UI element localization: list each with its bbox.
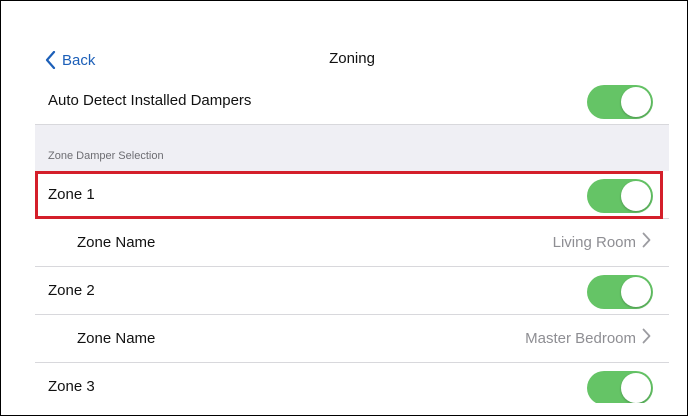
zone-3-label: Zone 3	[48, 378, 95, 395]
zone-2-toggle[interactable]	[587, 275, 653, 309]
zone-2-label: Zone 2	[48, 282, 95, 299]
page-title: Zoning	[329, 50, 375, 67]
auto-detect-label: Auto Detect Installed Dampers	[48, 92, 252, 109]
zone-2-name-label: Zone Name	[77, 330, 156, 347]
zone-2-row: Zone 2	[35, 267, 669, 315]
chevron-right-icon	[642, 232, 651, 252]
toggle-knob	[621, 277, 651, 307]
zone-2-name-row[interactable]: Zone Name Master Bedroom	[35, 315, 669, 363]
zone-1-name-value[interactable]: Living Room	[553, 232, 651, 252]
zone-2-name-value[interactable]: Master Bedroom	[525, 328, 651, 348]
auto-detect-toggle[interactable]	[587, 85, 653, 119]
zone-1-row: Zone 1	[35, 171, 669, 219]
zoning-screen: Back Zoning Auto Detect Installed Damper…	[35, 37, 669, 403]
zone-3-row: Zone 3	[35, 363, 669, 403]
zone-1-name-text: Living Room	[552, 233, 636, 251]
chevron-right-icon	[642, 328, 651, 348]
zone-1-name-label: Zone Name	[77, 234, 156, 251]
auto-detect-row: Auto Detect Installed Dampers	[35, 77, 669, 125]
section-label: Zone Damper Selection	[48, 150, 164, 162]
navigation-bar: Back Zoning	[35, 37, 669, 78]
zone-3-toggle[interactable]	[587, 371, 653, 403]
section-header: Zone Damper Selection	[35, 125, 669, 172]
zone-2-name-text: Master Bedroom	[525, 329, 636, 347]
zone-1-label: Zone 1	[48, 186, 95, 203]
toggle-knob	[621, 181, 651, 211]
toggle-knob	[621, 373, 651, 403]
toggle-knob	[621, 87, 651, 117]
screenshot-frame: Back Zoning Auto Detect Installed Damper…	[0, 0, 688, 416]
zone-1-toggle[interactable]	[587, 179, 653, 213]
zone-1-name-row[interactable]: Zone Name Living Room	[35, 219, 669, 267]
